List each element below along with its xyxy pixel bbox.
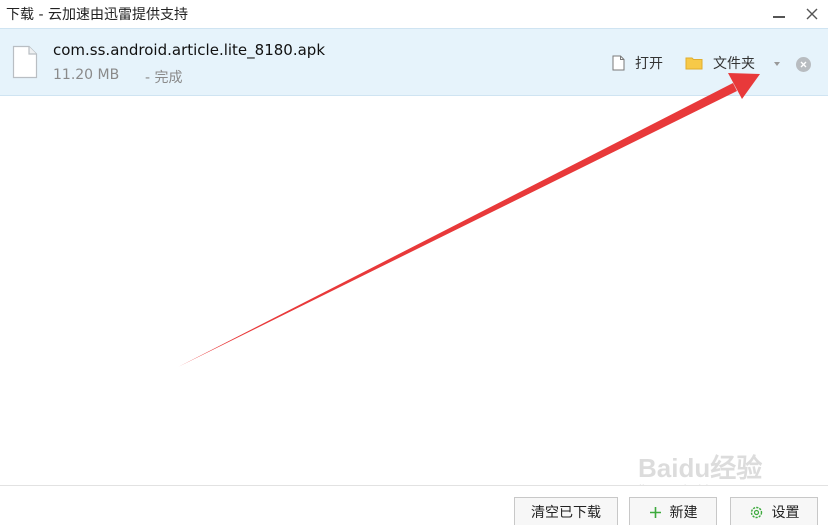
window-title: 下载 - 云加速由迅雷提供支持 <box>6 7 188 23</box>
settings-label: 设置 <box>771 505 800 521</box>
close-icon <box>806 8 818 20</box>
title-bar: 下载 - 云加速由迅雷提供支持 <box>0 0 828 28</box>
settings-button[interactable]: 设置 <box>730 497 818 525</box>
new-download-label: 新建 <box>669 505 698 521</box>
file-size: 11.20 MB <box>53 67 120 83</box>
footer-toolbar: 清空已下载 新建 设置 <box>0 485 828 525</box>
clear-downloaded-label: 清空已下载 <box>531 505 601 521</box>
clear-downloaded-button[interactable]: 清空已下载 <box>514 497 618 525</box>
minimize-icon <box>773 16 785 18</box>
new-download-button[interactable]: 新建 <box>629 497 717 525</box>
download-status: - 完成 <box>145 70 183 86</box>
open-label: 打开 <box>635 56 663 72</box>
download-item[interactable]: com.ss.android.article.lite_8180.apk 11.… <box>0 28 828 96</box>
folder-label: 文件夹 <box>713 56 755 72</box>
remove-download-button[interactable] <box>796 57 811 72</box>
watermark-logo: Baidu经验 <box>638 453 763 483</box>
open-file-button[interactable]: 打开 <box>612 53 663 73</box>
minimize-button[interactable] <box>762 0 796 28</box>
document-icon <box>612 55 625 71</box>
folder-icon <box>685 56 703 70</box>
close-icon <box>800 61 807 68</box>
open-folder-button[interactable]: 文件夹 <box>685 53 755 73</box>
gear-icon <box>749 505 764 520</box>
close-button[interactable] <box>795 0 828 28</box>
file-name: com.ss.android.article.lite_8180.apk <box>53 41 325 59</box>
file-icon <box>12 45 38 79</box>
chevron-down-icon[interactable] <box>774 62 780 66</box>
plus-icon <box>649 506 662 519</box>
